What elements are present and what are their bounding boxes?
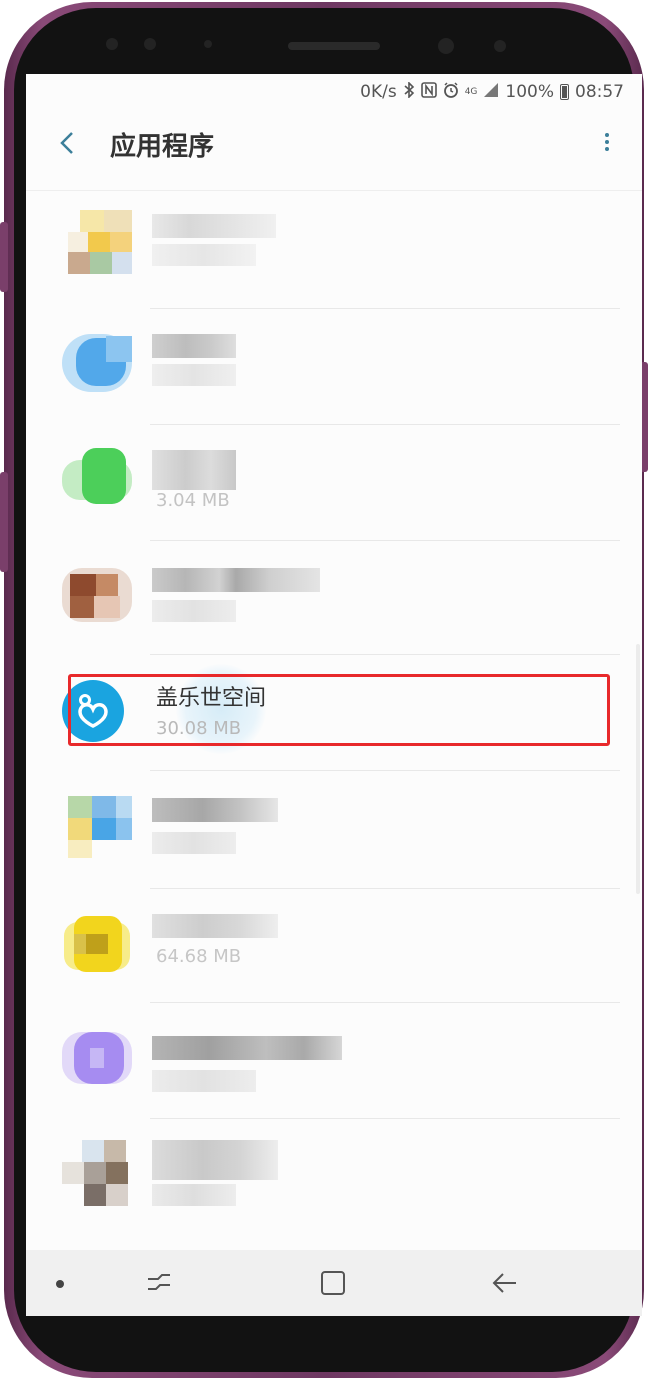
app-size-placeholder xyxy=(152,832,236,854)
divider xyxy=(150,888,620,889)
app-icon xyxy=(62,1138,132,1208)
phone-frame: 0K/s 4G 100% 08:57 应用程序 3.04 MB 盖乐世空间 30… xyxy=(0,2,648,1378)
highlight-box xyxy=(68,674,610,746)
app-icon xyxy=(62,790,132,860)
app-size-placeholder xyxy=(152,1070,256,1092)
app-size-placeholder xyxy=(152,244,256,266)
app-name-placeholder xyxy=(152,914,278,938)
iris-sensor xyxy=(144,38,156,50)
phone-bezel: 0K/s 4G 100% 08:57 应用程序 3.04 MB 盖乐世空间 30… xyxy=(14,8,642,1372)
home-icon[interactable] xyxy=(318,1268,348,1298)
bixby-button xyxy=(0,472,8,572)
app-size: 3.04 MB xyxy=(156,490,230,511)
app-name-placeholder xyxy=(152,450,236,490)
app-icon xyxy=(62,1022,132,1092)
app-name-placeholder xyxy=(152,1036,342,1060)
app-name-placeholder xyxy=(152,568,320,592)
alarm-icon xyxy=(443,82,459,102)
app-size-placeholder xyxy=(152,364,236,386)
divider xyxy=(150,770,620,771)
divider xyxy=(26,190,642,191)
volume-button xyxy=(0,222,8,292)
more-vertical-icon[interactable] xyxy=(602,130,612,160)
app-icon xyxy=(62,326,132,396)
app-list-item[interactable] xyxy=(26,1122,642,1238)
battery-percent: 100% xyxy=(505,82,554,102)
front-camera xyxy=(438,38,454,54)
earpiece-speaker xyxy=(288,42,380,50)
battery-icon xyxy=(560,84,569,100)
chevron-left-icon[interactable] xyxy=(54,128,82,158)
proximity-sensor xyxy=(106,38,118,50)
app-name-placeholder xyxy=(152,214,276,238)
divider xyxy=(150,654,620,655)
signal-label: 4G xyxy=(464,86,478,97)
app-icon xyxy=(62,908,132,978)
navigation-bar xyxy=(26,1250,642,1316)
recent-apps-icon[interactable] xyxy=(144,1268,174,1298)
app-list-item[interactable]: 64.68 MB xyxy=(26,892,642,1008)
network-speed: 0K/s xyxy=(360,82,397,102)
app-icon xyxy=(62,562,132,632)
divider xyxy=(150,424,620,425)
app-bar: 应用程序 xyxy=(26,110,642,176)
status-bar: 0K/s 4G 100% 08:57 xyxy=(26,74,642,110)
app-list-item[interactable] xyxy=(26,1006,642,1122)
divider xyxy=(150,540,620,541)
app-name-placeholder xyxy=(152,334,236,358)
nfc-icon xyxy=(420,82,437,102)
app-list-item[interactable]: 3.04 MB xyxy=(26,428,642,544)
app-size-placeholder xyxy=(152,600,236,622)
app-size: 64.68 MB xyxy=(156,946,242,967)
nav-bar-toggle[interactable] xyxy=(56,1280,64,1288)
iris-camera xyxy=(494,40,506,52)
bluetooth-icon xyxy=(403,81,415,102)
light-sensor xyxy=(204,40,212,48)
signal-icon xyxy=(483,82,499,102)
app-icon xyxy=(62,210,132,280)
page-title: 应用程序 xyxy=(110,132,215,162)
app-name-placeholder xyxy=(152,1140,278,1180)
divider xyxy=(150,308,620,309)
screen: 0K/s 4G 100% 08:57 应用程序 3.04 MB 盖乐世空间 30… xyxy=(26,74,642,1316)
scrollbar[interactable] xyxy=(636,644,640,894)
app-icon xyxy=(62,442,132,512)
app-list-item[interactable] xyxy=(26,312,642,428)
clock: 08:57 xyxy=(575,82,624,102)
app-list-item[interactable] xyxy=(26,544,642,660)
divider xyxy=(150,1002,620,1003)
app-list-item[interactable] xyxy=(26,774,642,890)
app-name-placeholder xyxy=(152,798,278,822)
app-size-placeholder xyxy=(152,1184,236,1206)
back-arrow-icon[interactable] xyxy=(490,1268,520,1298)
app-list-item[interactable] xyxy=(26,196,642,312)
divider xyxy=(150,1118,620,1119)
